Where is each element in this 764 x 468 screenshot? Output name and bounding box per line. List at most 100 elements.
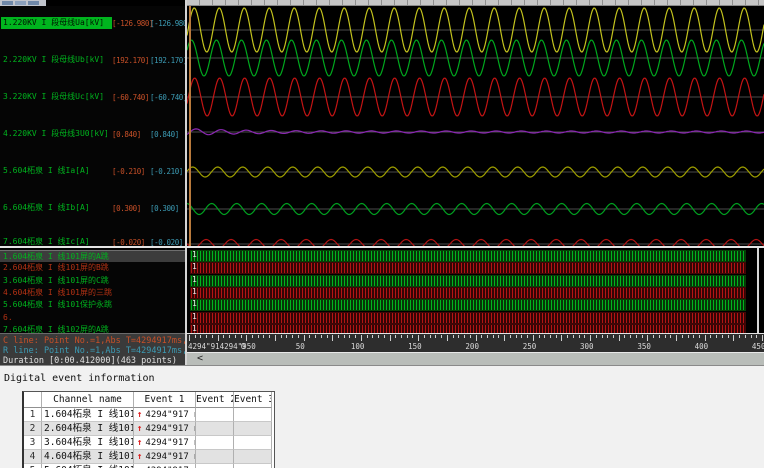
- time-axis-tick: [360, 335, 362, 341]
- event-channel-name[interactable]: 5.604柘泉 I 线101保护永跳: [42, 464, 134, 468]
- scroll-left-arrow-icon[interactable]: <: [197, 353, 203, 365]
- digital-channel-row[interactable]: 3.604柘泉 I 线101屏的C跳: [0, 275, 186, 287]
- time-axis-tick: [498, 335, 500, 338]
- digital-bar: [190, 262, 746, 275]
- time-axis-tick: [693, 335, 695, 338]
- c-line-status: C line: Point No.=1,Abs T=4294917ms, Rel…: [3, 336, 185, 346]
- event-2-cell: [196, 464, 234, 468]
- event-3-cell: [234, 408, 272, 422]
- horizontal-scrollbar[interactable]: <: [187, 352, 764, 365]
- digital-channel-panel: 1.604柘泉 I 线101屏的A跳 2.604柘泉 I 线101屏的B跳 3.60…: [0, 248, 186, 333]
- time-axis-tick: [762, 335, 763, 341]
- time-axis-tick: [229, 335, 231, 338]
- time-axis-tick: [297, 335, 299, 338]
- time-axis-tick: [269, 335, 271, 338]
- time-axis-tick: [486, 335, 488, 338]
- time-axis-tick: [240, 335, 242, 338]
- time-axis-tick: [303, 335, 305, 341]
- channel-value-secondary: [-0.210]: [150, 167, 183, 176]
- analog-channel-row[interactable]: 1.220KV I 段母线Ua[kV][-126.980][-126.980]: [0, 17, 186, 29]
- waveform-viewer-window: 1.220KV I 段母线Ua[kV][-126.980][-126.980] 2…: [0, 0, 764, 468]
- analog-channel-row[interactable]: 4.220KV I 段母线3U0[kV] [0.840] [0.840]: [0, 128, 186, 140]
- digital-channel-row[interactable]: 5.604柘泉 I 线101保护永跳: [0, 299, 186, 311]
- time-axis-tick: [337, 335, 339, 338]
- time-axis-tick: [504, 335, 506, 341]
- time-axis-tick: [676, 335, 678, 341]
- analog-channel-row[interactable]: 5.604柘泉 I 线Ia[A] [-0.210] [-0.210]: [0, 165, 186, 177]
- time-axis-tick: [452, 335, 454, 338]
- time-axis-tick: [584, 335, 586, 338]
- digital-channel-row[interactable]: 2.604柘泉 I 线101屏的B跳: [0, 262, 186, 274]
- event-3-cell: [234, 422, 272, 436]
- event-time-cell: ↑4294"917 ms: [134, 436, 196, 450]
- hdr-channel-name: Channel name: [42, 392, 134, 408]
- time-axis-tick: [309, 335, 311, 338]
- toolbar-button-2[interactable]: [15, 1, 26, 5]
- event-channel-name[interactable]: 2.604柘泉 I 线101屏的B跳: [42, 422, 134, 436]
- time-axis-tick: [418, 335, 420, 341]
- time-axis-tick: [710, 335, 712, 338]
- status-panel: C line: Point No.=1,Abs T=4294917ms, Rel…: [0, 333, 185, 365]
- event-info-section: Digital event information Channel name Ev…: [0, 365, 764, 468]
- channel-value-primary: [0.840]: [112, 130, 141, 139]
- time-axis-tick: [194, 335, 196, 338]
- rise-arrow-icon: ↑: [137, 438, 143, 448]
- time-axis-tick: [406, 335, 408, 338]
- time-axis-tick: [274, 335, 276, 341]
- toolbar-button-3[interactable]: [28, 1, 39, 5]
- digital-channel-row[interactable]: 1.604柘泉 I 线101屏的A跳: [0, 250, 186, 262]
- time-axis-tick: [332, 335, 334, 341]
- event-time: 4294"917 ms: [145, 410, 195, 420]
- time-axis-tick: [721, 335, 723, 338]
- time-axis: 4294"914294"950 0 50 100 150 200 250 300 350 400…: [187, 334, 764, 352]
- time-axis-tick: [555, 335, 557, 338]
- rise-arrow-icon: ↑: [137, 452, 143, 462]
- time-axis-tick: [263, 335, 265, 338]
- channel-value-primary: [192.170]: [112, 56, 150, 65]
- time-axis-tick: [372, 335, 374, 338]
- channel-value-secondary: [-0.020]: [150, 238, 183, 246]
- time-axis-tick: [704, 335, 706, 341]
- time-axis-tick: [538, 335, 540, 338]
- time-axis-tick: [618, 335, 620, 341]
- time-axis-tick: [378, 335, 380, 338]
- analog-channel-row[interactable]: 6.604柘泉 I 线Ib[A] [0.300] [0.300]: [0, 202, 186, 214]
- hdr-event-3: Event 3: [234, 392, 272, 408]
- time-axis-tick: [567, 335, 569, 338]
- rise-arrow-icon: ↑: [137, 410, 143, 420]
- channel-value-secondary: [-126.980]: [150, 19, 186, 28]
- event-channel-name[interactable]: 4.604柘泉 I 线101屏的三跳: [42, 450, 134, 464]
- time-axis-label: 350: [637, 342, 651, 351]
- time-axis-tick: [641, 335, 643, 338]
- channel-label: 4.220KV I 段母线3U0[kV]: [3, 129, 109, 138]
- event-table: Channel name Event 1 Event 2 Event 3 1 1.604柘…: [22, 391, 275, 468]
- event-time: 4294"917 ms: [145, 424, 195, 434]
- time-axis-tick: [395, 335, 397, 338]
- time-axis-tick: [223, 335, 225, 338]
- waveform-plot-area[interactable]: [186, 6, 764, 250]
- event-3-cell: [234, 450, 272, 464]
- channel-label: 3.220KV I 段母线Uc[kV]: [3, 92, 105, 101]
- time-axis-tick: [549, 335, 551, 338]
- event-channel-name[interactable]: 1.604柘泉 I 线101屏的A跳: [42, 408, 134, 422]
- time-axis-tick: [521, 335, 523, 338]
- event-channel-name[interactable]: 3.604柘泉 I 线101屏的C跳: [42, 436, 134, 450]
- event-time-cell: ↑4294"917 ms: [134, 408, 196, 422]
- time-axis-tick: [750, 335, 752, 338]
- time-axis-tick: [206, 335, 208, 338]
- time-axis-tick: [292, 335, 294, 338]
- event-3-cell: [234, 436, 272, 450]
- time-axis-tick: [446, 335, 448, 341]
- digital-channel-row[interactable]: 4.604柘泉 I 线101屏的三跳: [0, 287, 186, 299]
- event-time: 4294"917 ms: [145, 438, 195, 448]
- time-axis-tick: [687, 335, 689, 338]
- analog-channel-row[interactable]: 2.220KV I 段母线Ub[kV] [192.170] [192.170]: [0, 54, 186, 66]
- time-axis-tick: [635, 335, 637, 338]
- time-axis-tick: [458, 335, 460, 338]
- event-row-number: 5: [24, 464, 42, 468]
- analog-channel-row[interactable]: 7.604柘泉 I 线Ic[A] [-0.020] [-0.020]: [0, 236, 186, 246]
- digital-channel-row[interactable]: 7.604柘泉 I 线102屏的A跳: [0, 324, 186, 333]
- analog-channel-row[interactable]: 3.220KV I 段母线Uc[kV] [-60.740] [-60.740]: [0, 91, 186, 103]
- digital-channel-row[interactable]: 6.: [0, 312, 186, 324]
- toolbar-button-1[interactable]: [2, 1, 13, 5]
